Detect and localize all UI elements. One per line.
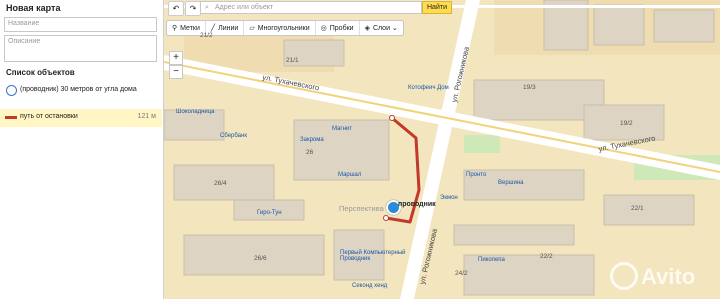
poi-label: Экмон [440, 195, 458, 201]
circle-icon [6, 85, 17, 96]
building-label: 19/2 [620, 120, 633, 127]
poi-label: Секонд хенд [352, 283, 388, 289]
search-input[interactable]: ⌕ Адрес или объект [200, 1, 422, 14]
tool-label: Многоугольники [257, 24, 310, 32]
building-label: 24/2 [455, 270, 468, 277]
building-label: 19/3 [523, 84, 536, 91]
list-item-label: путь от остановки [20, 113, 78, 120]
poi-label: Вершина [498, 180, 524, 186]
tool-label: Пробки [329, 24, 354, 32]
path-icon [5, 116, 17, 119]
layers-icon: ◈ [364, 25, 370, 32]
chevron-down-icon: ⌄ [389, 25, 398, 32]
zoom-out-button[interactable]: − [169, 65, 183, 79]
pin-icon: ⚲ [172, 25, 178, 32]
undo-button[interactable]: ↶ [168, 0, 184, 16]
avito-logo-icon [610, 262, 638, 290]
poi-label: Маршал [338, 172, 362, 178]
name-field[interactable]: Название [4, 17, 157, 32]
building-label: 21/2 [200, 32, 213, 39]
poi-label: Котофеич Дом [408, 85, 449, 91]
tool-layers[interactable]: ◈ Слои ⌄ [360, 21, 403, 35]
building-label: 22/1 [631, 205, 644, 212]
poi-label: Магнит [332, 126, 353, 132]
zoom-in-button[interactable]: + [169, 51, 183, 65]
path-length: 121 м [137, 113, 156, 120]
map-canvas[interactable] [164, 0, 720, 299]
tool-traffic[interactable]: ◎ Пробки [316, 21, 360, 35]
description-field[interactable]: Описание [4, 35, 157, 62]
find-button[interactable]: Найти [422, 1, 452, 14]
poi-label: Сбербанк [220, 133, 247, 139]
district-label: Перспектива [339, 204, 384, 213]
poi-label: Пронто [466, 172, 487, 178]
polygon-icon: ▱ [249, 25, 255, 32]
building-label: 22/2 [540, 253, 553, 260]
poi-label: Первый Компьютерный Проводник [340, 250, 406, 262]
search-icon: ⌕ [205, 4, 209, 11]
poi-label: Шоколадница [176, 109, 215, 115]
redo-icon: ↷ [189, 3, 197, 13]
poi-label: Закрома [300, 137, 324, 143]
traffic-icon: ◎ [320, 25, 327, 32]
tool-label: Метки [180, 24, 200, 32]
building-label: 26 [306, 149, 314, 156]
list-item-circle[interactable]: (проводник) 30 метров от угла дома [0, 82, 162, 100]
undo-icon: ↶ [172, 3, 180, 13]
objects-list-title: Список объектов [6, 68, 75, 77]
map-title[interactable]: Новая карта [6, 3, 60, 13]
history-controls: ↶ ↷ [168, 0, 202, 16]
tool-label: Слои [372, 24, 390, 32]
search-placeholder: Адрес или объект [215, 4, 274, 11]
line-icon: ╱ [210, 25, 216, 32]
watermark: Avito [641, 264, 696, 289]
sidebar: Новая карта Название Описание Список объ… [0, 0, 164, 299]
poi-label: Гиро-Тун [257, 210, 282, 216]
list-item-path[interactable]: путь от остановки 121 м [0, 109, 162, 127]
tool-label: Линии [218, 24, 239, 32]
building-label: 26/6 [254, 255, 267, 262]
building-label: 21/1 [286, 57, 299, 64]
list-item-label: (проводник) 30 метров от угла дома [20, 86, 137, 93]
building-label: 26/4 [214, 180, 227, 187]
poi-label: Пикопепа [478, 257, 505, 263]
redo-button[interactable]: ↷ [185, 0, 201, 16]
tool-polygons[interactable]: ▱ Многоугольники [244, 21, 316, 35]
placemark-label: проводник [398, 201, 436, 208]
map-background [164, 0, 720, 299]
